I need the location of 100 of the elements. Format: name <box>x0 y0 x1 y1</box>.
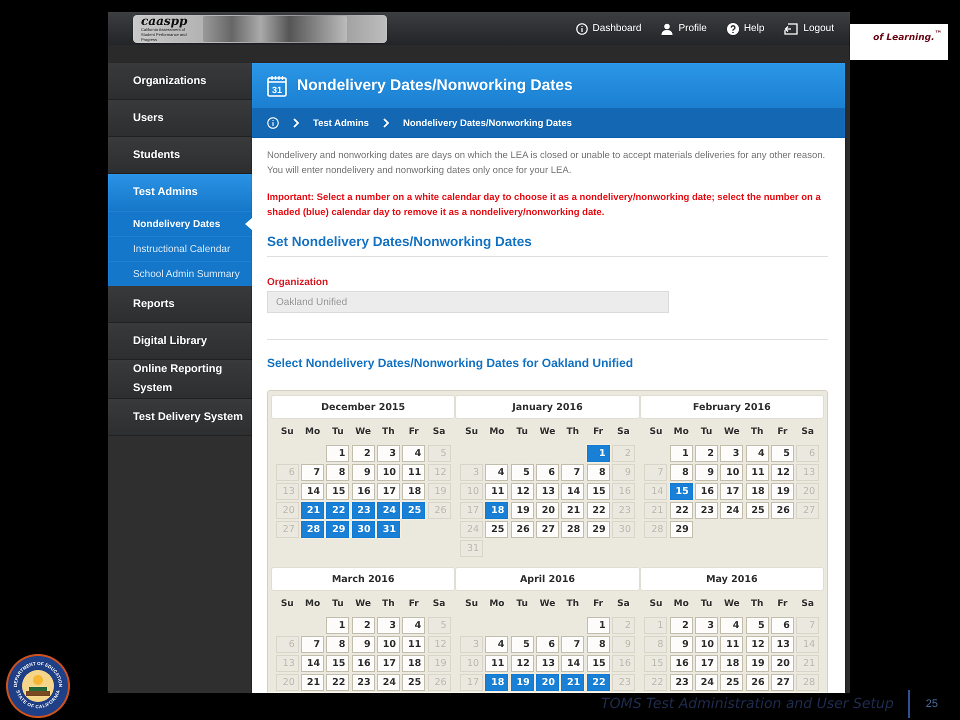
calendar-day[interactable]: 11 <box>402 464 426 481</box>
calendar-day[interactable]: 15 <box>670 483 693 500</box>
calendar-day[interactable]: 25 <box>746 502 769 519</box>
calendar-day[interactable]: 22 <box>670 502 693 519</box>
calendar-day[interactable]: 19 <box>510 674 534 691</box>
calendar-day[interactable]: 3 <box>695 617 718 634</box>
nav-link[interactable]: Logout <box>784 22 834 34</box>
calendar-day[interactable]: 18 <box>402 483 426 500</box>
calendar-day[interactable]: 23 <box>352 502 375 519</box>
calendar-day[interactable]: 18 <box>485 674 508 691</box>
calendar-day[interactable]: 22 <box>586 502 610 519</box>
calendar-day[interactable]: 22 <box>326 674 350 691</box>
calendar-day[interactable]: 9 <box>670 636 693 653</box>
calendar-day[interactable]: 20 <box>770 655 794 672</box>
calendar-day[interactable]: 21 <box>301 674 324 691</box>
calendar-day[interactable]: 4 <box>720 617 744 634</box>
calendar-day[interactable]: 19 <box>746 655 769 672</box>
calendar-day[interactable]: 4 <box>402 445 426 462</box>
calendar-day[interactable]: 22 <box>326 502 350 519</box>
calendar-day[interactable]: 7 <box>561 636 584 653</box>
calendar-day[interactable]: 21 <box>561 674 584 691</box>
calendar-day[interactable]: 23 <box>670 674 693 691</box>
calendar-day[interactable]: 11 <box>746 464 769 481</box>
calendar-day[interactable]: 5 <box>770 445 794 462</box>
calendar-day[interactable]: 11 <box>485 655 508 672</box>
calendar-day[interactable]: 30 <box>352 521 375 538</box>
sidebar-item[interactable]: Online Reporting System <box>108 360 252 399</box>
calendar-day[interactable]: 11 <box>485 483 508 500</box>
sidebar-item[interactable]: Digital Library <box>108 323 252 360</box>
calendar-day[interactable]: 6 <box>536 636 559 653</box>
nav-link[interactable]: Profile <box>661 22 707 34</box>
sidebar-item[interactable]: Test Admins <box>108 174 252 211</box>
calendar-day[interactable]: 28 <box>561 521 584 538</box>
calendar-day[interactable]: 4 <box>485 464 508 481</box>
calendar-day[interactable]: 17 <box>376 655 400 672</box>
calendar-day[interactable]: 15 <box>326 655 350 672</box>
calendar-day[interactable]: 15 <box>586 655 610 672</box>
calendar-day[interactable]: 14 <box>301 655 324 672</box>
calendar-day[interactable]: 17 <box>376 483 400 500</box>
calendar-day[interactable]: 25 <box>402 502 426 519</box>
calendar-day[interactable]: 3 <box>376 617 400 634</box>
calendar-day[interactable]: 26 <box>510 521 534 538</box>
calendar-day[interactable]: 4 <box>485 636 508 653</box>
calendar-day[interactable]: 29 <box>586 521 610 538</box>
calendar-day[interactable]: 28 <box>301 521 324 538</box>
calendar-day[interactable]: 13 <box>536 655 559 672</box>
calendar-day[interactable]: 2 <box>695 445 718 462</box>
calendar-day[interactable]: 2 <box>352 445 375 462</box>
calendar-day[interactable]: 7 <box>561 464 584 481</box>
calendar-day[interactable]: 1 <box>586 445 610 462</box>
sidebar-item[interactable]: Students <box>108 137 252 174</box>
calendar-day[interactable]: 10 <box>376 464 400 481</box>
calendar-day[interactable]: 25 <box>402 674 426 691</box>
calendar-day[interactable]: 23 <box>695 502 718 519</box>
info-icon[interactable] <box>267 117 279 129</box>
breadcrumb-link[interactable]: Nondelivery Dates/Nonworking Dates <box>402 118 572 128</box>
calendar-day[interactable]: 16 <box>670 655 693 672</box>
calendar-day[interactable]: 31 <box>376 521 400 538</box>
calendar-day[interactable]: 23 <box>352 674 375 691</box>
calendar-day[interactable]: 1 <box>670 445 693 462</box>
calendar-day[interactable]: 19 <box>770 483 794 500</box>
sidebar-item[interactable]: Test Delivery System <box>108 399 252 436</box>
calendar-day[interactable]: 29 <box>326 521 350 538</box>
calendar-day[interactable]: 21 <box>561 502 584 519</box>
calendar-day[interactable]: 12 <box>510 483 534 500</box>
calendar-day[interactable]: 12 <box>746 636 769 653</box>
calendar-day[interactable]: 13 <box>536 483 559 500</box>
calendar-day[interactable]: 14 <box>301 483 324 500</box>
calendar-day[interactable]: 10 <box>376 636 400 653</box>
calendar-day[interactable]: 19 <box>510 502 534 519</box>
calendar-day[interactable]: 5 <box>510 636 534 653</box>
calendar-day[interactable]: 24 <box>695 674 718 691</box>
calendar-day[interactable]: 20 <box>536 674 559 691</box>
calendar-day[interactable]: 3 <box>720 445 744 462</box>
calendar-day[interactable]: 21 <box>301 502 324 519</box>
calendar-day[interactable]: 1 <box>326 445 350 462</box>
calendar-day[interactable]: 16 <box>352 655 375 672</box>
calendar-day[interactable]: 6 <box>536 464 559 481</box>
calendar-day[interactable]: 4 <box>402 617 426 634</box>
calendar-day[interactable]: 14 <box>561 655 584 672</box>
calendar-day[interactable]: 9 <box>352 636 375 653</box>
sidebar-item[interactable]: Users <box>108 100 252 137</box>
calendar-day[interactable]: 16 <box>352 483 375 500</box>
calendar-day[interactable]: 11 <box>720 636 744 653</box>
calendar-day[interactable]: 10 <box>695 636 718 653</box>
calendar-day[interactable]: 9 <box>695 464 718 481</box>
calendar-day[interactable]: 1 <box>586 617 610 634</box>
calendar-day[interactable]: 14 <box>561 483 584 500</box>
calendar-day[interactable]: 20 <box>536 502 559 519</box>
calendar-day[interactable]: 10 <box>720 464 744 481</box>
nav-link[interactable]: Dashboard <box>576 22 642 34</box>
calendar-day[interactable]: 26 <box>770 502 794 519</box>
calendar-day[interactable]: 12 <box>770 464 794 481</box>
calendar-day[interactable]: 6 <box>770 617 794 634</box>
calendar-day[interactable]: 11 <box>402 636 426 653</box>
calendar-day[interactable]: 27 <box>536 521 559 538</box>
calendar-day[interactable]: 17 <box>695 655 718 672</box>
calendar-day[interactable]: 8 <box>326 636 350 653</box>
sidebar-item[interactable]: Reports <box>108 286 252 323</box>
calendar-day[interactable]: 22 <box>586 674 610 691</box>
